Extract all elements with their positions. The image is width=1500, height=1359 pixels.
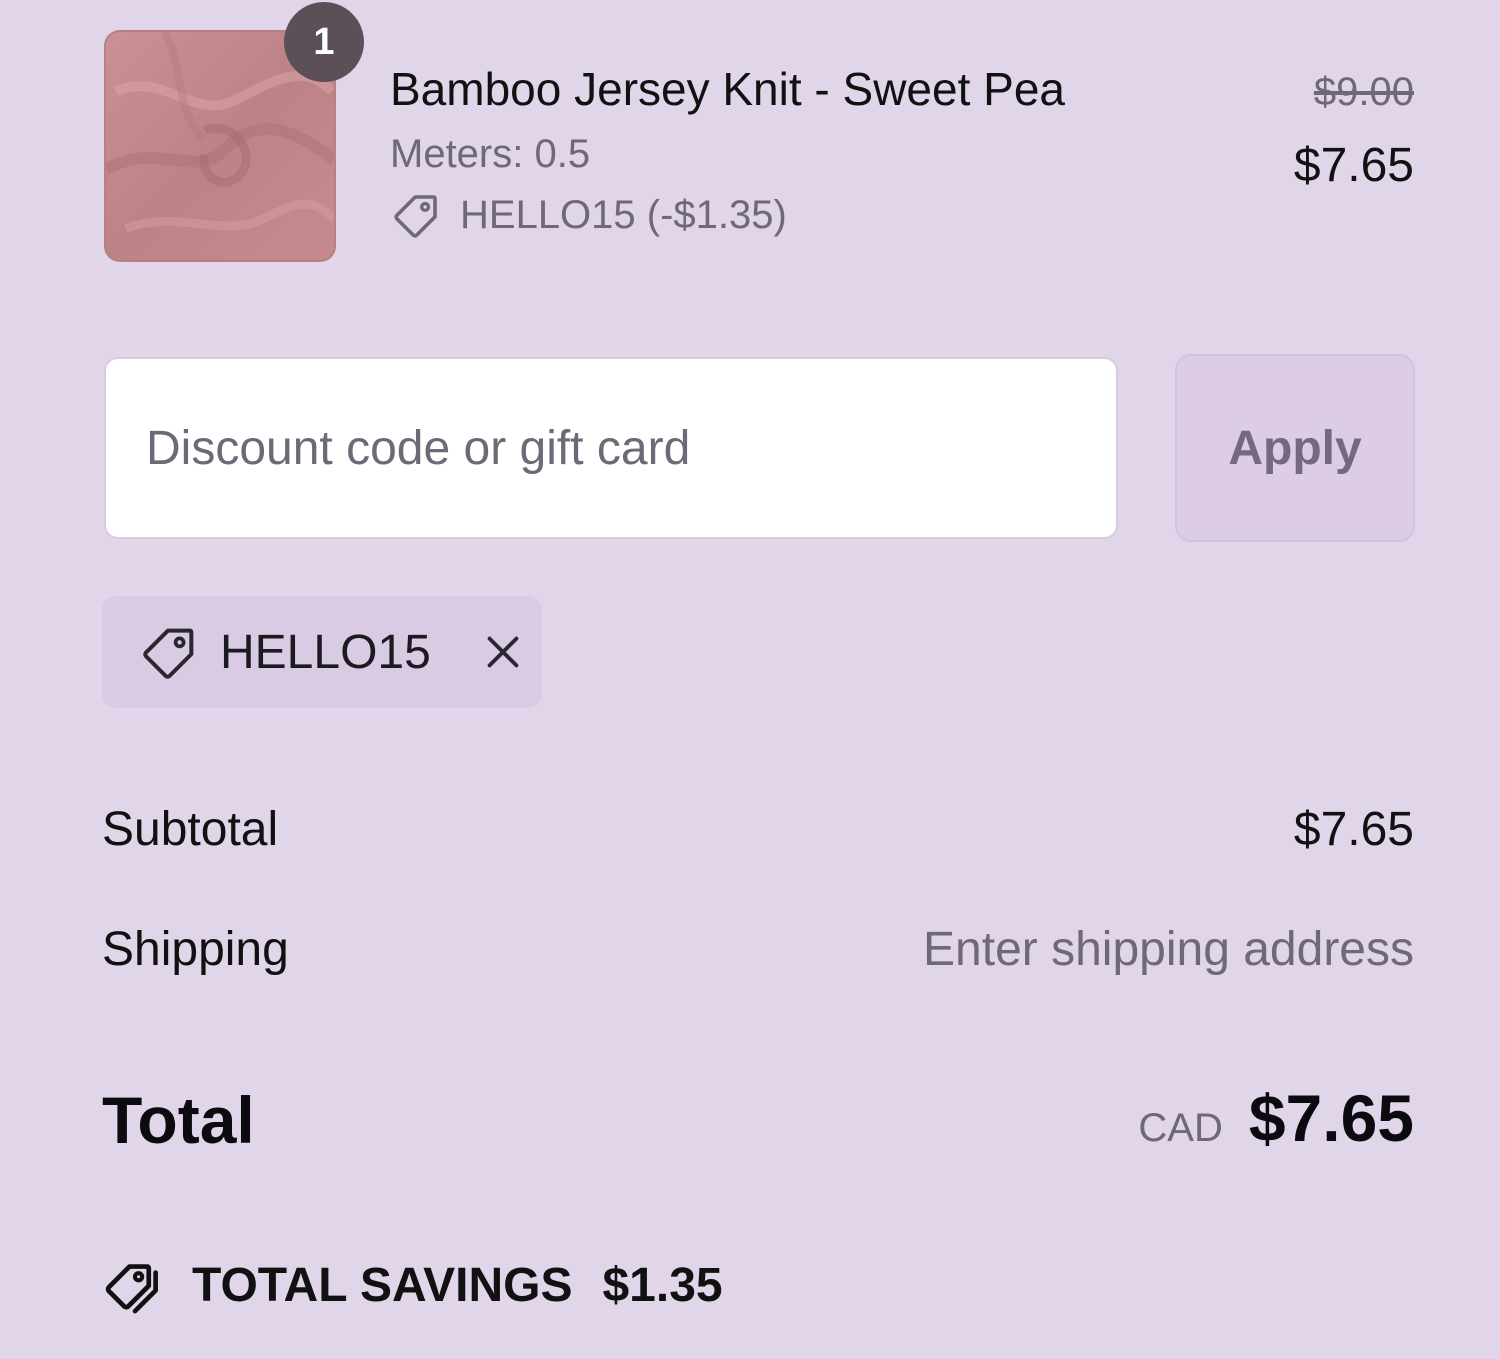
quantity-badge: 1 xyxy=(284,2,364,82)
order-summary: 1 Bamboo Jersey Knit - Sweet Pea Meters:… xyxy=(0,0,1500,1359)
tag-icon xyxy=(143,628,194,679)
applied-discount-code: HELLO15 xyxy=(220,625,431,679)
line-item-discount: HELLO15 (-$1.35) xyxy=(390,188,787,242)
tags-icon xyxy=(105,1264,158,1314)
total-savings-value: $1.35 xyxy=(602,1258,723,1312)
total-savings-label: TOTAL SAVINGS xyxy=(192,1258,573,1312)
remove-discount-button[interactable] xyxy=(475,624,531,680)
product-variant: Meters: 0.5 xyxy=(390,132,591,176)
tag-icon xyxy=(394,195,437,238)
total-value: $7.65 xyxy=(1248,1081,1414,1155)
total-label: Total xyxy=(102,1083,255,1157)
subtotal-label: Subtotal xyxy=(102,803,279,856)
total-savings: TOTAL SAVINGS $1.35 xyxy=(102,1252,723,1318)
shipping-label: Shipping xyxy=(102,923,289,976)
currency-code: CAD xyxy=(1138,1106,1223,1150)
applied-discount-chip: HELLO15 xyxy=(102,596,542,708)
discounted-price: $7.65 xyxy=(1293,139,1414,192)
apply-button[interactable]: Apply xyxy=(1175,354,1415,542)
product-title: Bamboo Jersey Knit - Sweet Pea xyxy=(390,63,1065,115)
original-price: $9.00 xyxy=(1313,70,1414,114)
discount-code-input[interactable] xyxy=(104,357,1118,539)
close-icon xyxy=(487,636,519,668)
total-amount: CAD $7.65 xyxy=(1138,1080,1414,1156)
shipping-value: Enter shipping address xyxy=(923,923,1414,976)
subtotal-value: $7.65 xyxy=(1293,803,1414,856)
line-item-discount-label: HELLO15 (-$1.35) xyxy=(460,192,787,237)
